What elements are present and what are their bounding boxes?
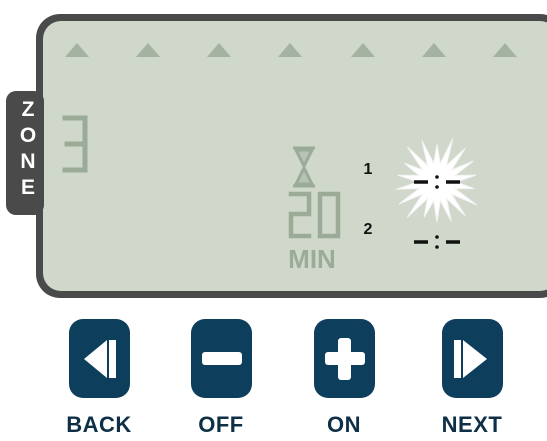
zone-letter-e: E: [21, 176, 35, 199]
zone-letter-o: O: [20, 124, 36, 147]
next-button[interactable]: [442, 319, 503, 398]
on-button[interactable]: [314, 319, 375, 398]
zone-letter-n: N: [20, 150, 35, 173]
minus-icon: [202, 352, 242, 365]
back-button-label: BACK: [66, 412, 132, 437]
program-row-1-label: 1: [364, 161, 373, 178]
off-button[interactable]: [191, 319, 252, 398]
on-button-label: ON: [327, 412, 361, 437]
duration-unit: MIN: [288, 244, 336, 274]
next-button-label: NEXT: [441, 412, 503, 437]
zone-letter-z: Z: [22, 98, 35, 121]
back-button[interactable]: [69, 319, 130, 398]
off-button-label: OFF: [198, 412, 244, 437]
program-row-2-label: 2: [364, 221, 373, 238]
lcd-display: Z O N E MIN 1 2: [6, 14, 547, 298]
